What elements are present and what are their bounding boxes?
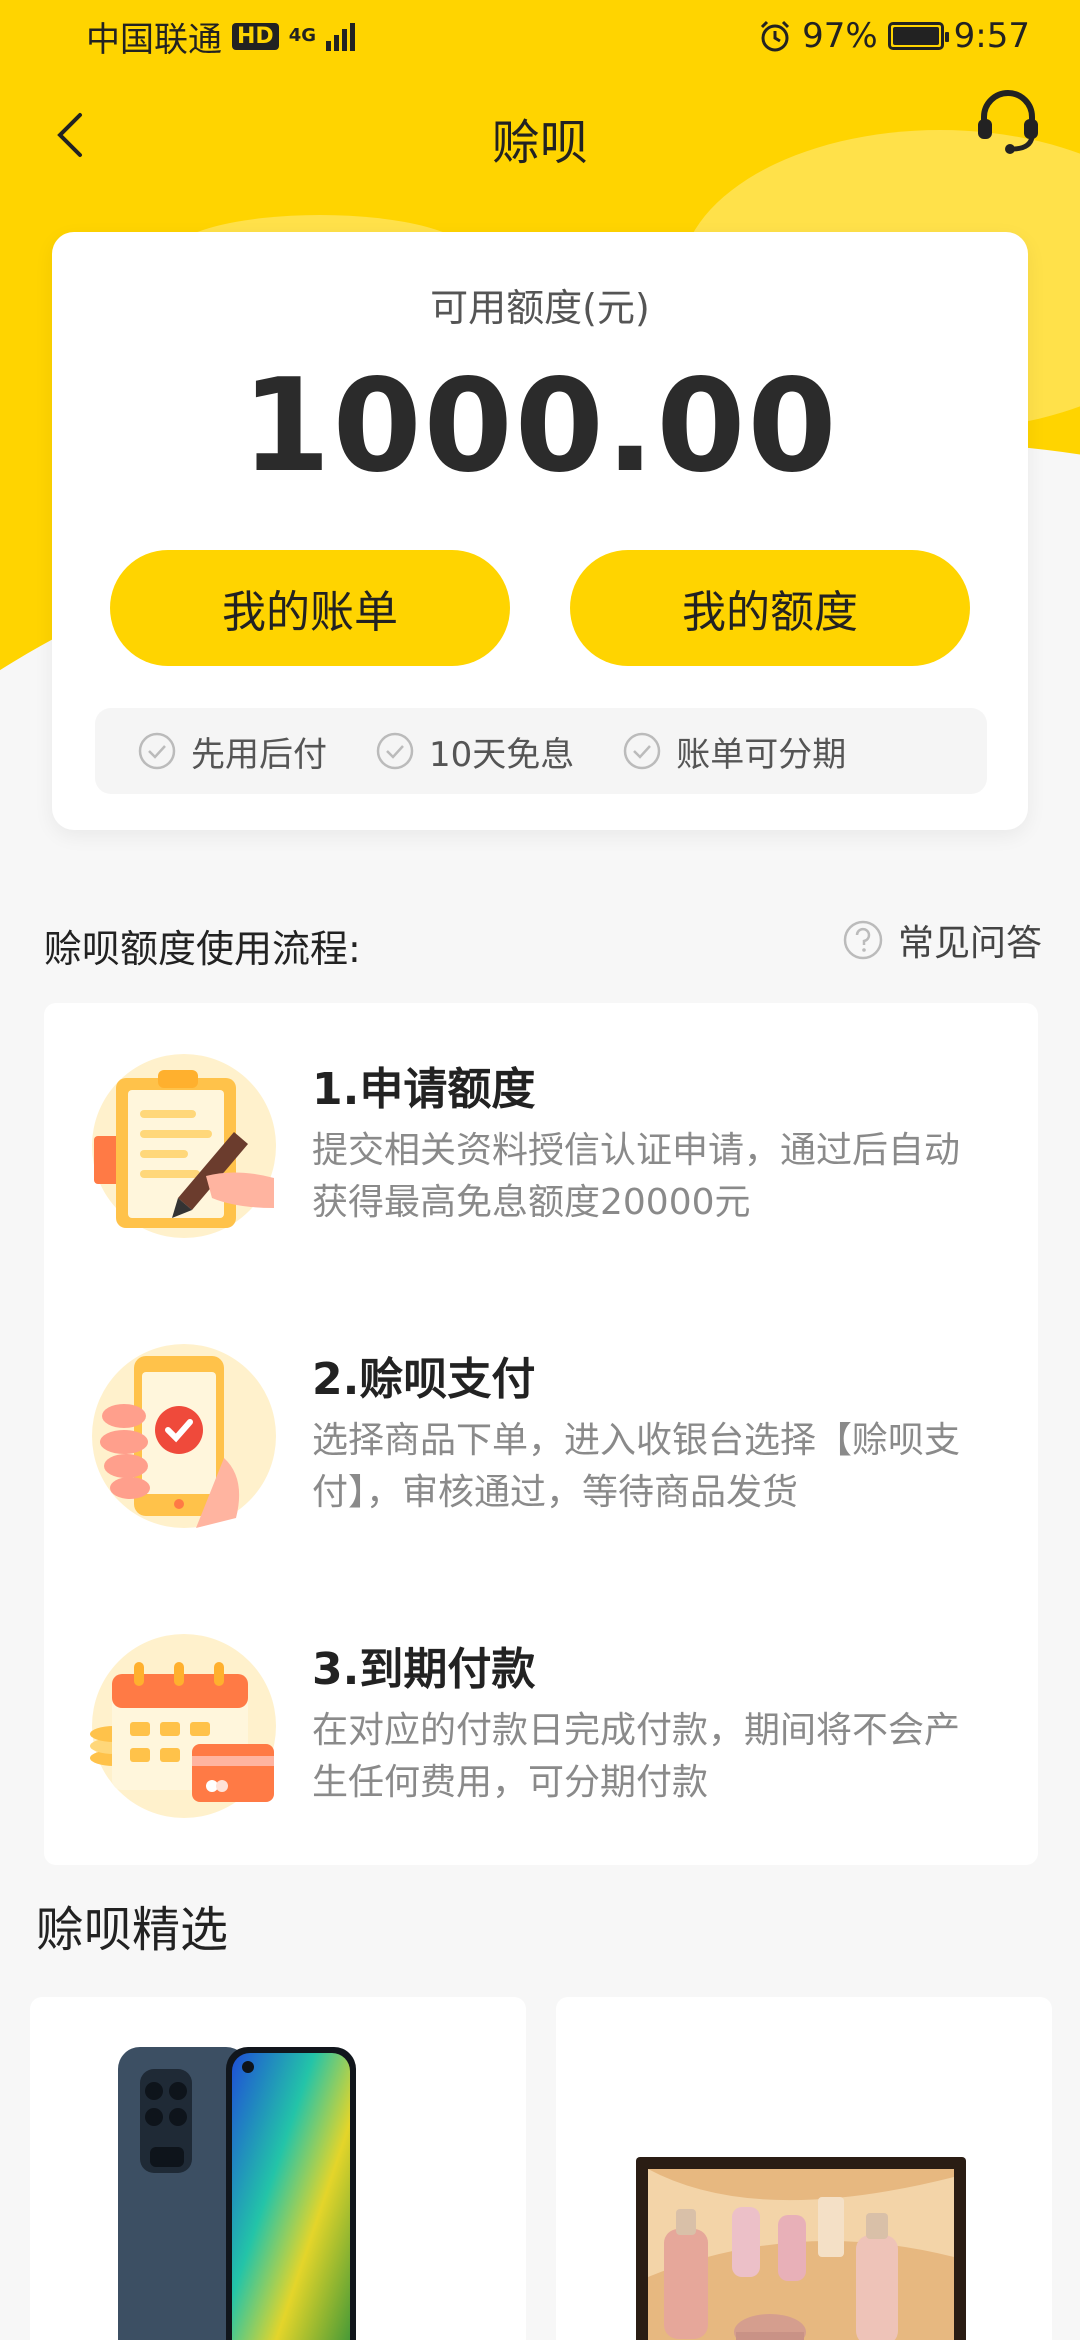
customer-service-icon[interactable] [972,85,1044,155]
selection-section-title: 赊呗精选 [36,1902,229,1958]
alarm-icon [761,20,790,52]
status-bar: 中国联通 HD 4G 97% 9:57 [0,0,1080,72]
step-title: 1.申请额度 [312,1064,536,1115]
feature-item: 先用后付 [137,727,327,776]
hd-badge: HD [232,22,279,50]
process-step: 2.赊呗支付 选择商品下单，进入收银台选择【赊呗支付】，审核通过，等待商品发货 [44,1293,1038,1553]
available-credit-label: 可用额度(元) [430,286,650,330]
faq-label: 常见问答 [897,923,1042,964]
cosmetics-gift-box-image [636,2157,966,2340]
clipboard-pen-icon [92,1054,276,1238]
feature-label: 账单可分期 [676,734,847,775]
step-description: 在对应的付款日完成付款，期间将不会产生任何费用，可分期付款 [312,1710,961,1803]
battery-icon [887,22,949,50]
my-bill-button[interactable]: 我的账单 [110,550,510,666]
feature-item: 账单可分期 [622,727,846,776]
product-card[interactable] [30,1997,526,2340]
step-description: 提交相关资料授信认证申请，通过后自动获得最高免息额度20000元 [312,1130,961,1223]
step-title: 2.赊呗支付 [312,1354,536,1405]
step-description: 选择商品下单，进入收银台选择【赊呗支付】，审核通过，等待商品发货 [312,1420,961,1513]
smartphone-image [118,2047,356,2340]
battery-percent: 97% [802,16,878,56]
signal-icon [326,21,355,51]
feature-label: 10天免息 [429,734,575,775]
carrier-name: 中国联通 [86,19,222,60]
feature-list: 先用后付 10天免息 账单可分期 [95,708,987,794]
calendar-card-icon [90,1634,276,1818]
question-circle-icon [843,920,883,960]
product-card[interactable] [556,1997,1052,2340]
process-section-title: 赊呗额度使用流程: [44,927,361,971]
nav-bar: 赊呗 [0,85,1080,185]
network-type: 4G [288,25,316,46]
step-title: 3.到期付款 [312,1644,536,1695]
check-circle-icon [138,732,176,770]
check-circle-icon [624,732,661,770]
check-circle-icon [376,732,414,770]
faq-link[interactable]: 常见问答 [842,914,1042,966]
credit-card: 可用额度(元) 1000.00 我的账单 我的额度 先用后付 10天免息 账单可… [52,232,1028,830]
my-quota-button[interactable]: 我的额度 [570,550,970,666]
available-credit-amount: 1000.00 [241,352,839,501]
process-step: 3.到期付款 在对应的付款日完成付款，期间将不会产生任何费用，可分期付款 [44,1583,1038,1843]
process-card: 1.申请额度 提交相关资料授信认证申请，通过后自动获得最高免息额度20000元 … [44,1003,1038,1865]
clock-time: 9:57 [953,16,1030,56]
feature-label: 先用后付 [191,734,327,775]
feature-item: 10天免息 [375,727,574,776]
process-step: 1.申请额度 提交相关资料授信认证申请，通过后自动获得最高免息额度20000元 [44,1003,1038,1263]
page-title: 赊呗 [491,115,588,171]
phone-payment-icon [92,1344,276,1528]
